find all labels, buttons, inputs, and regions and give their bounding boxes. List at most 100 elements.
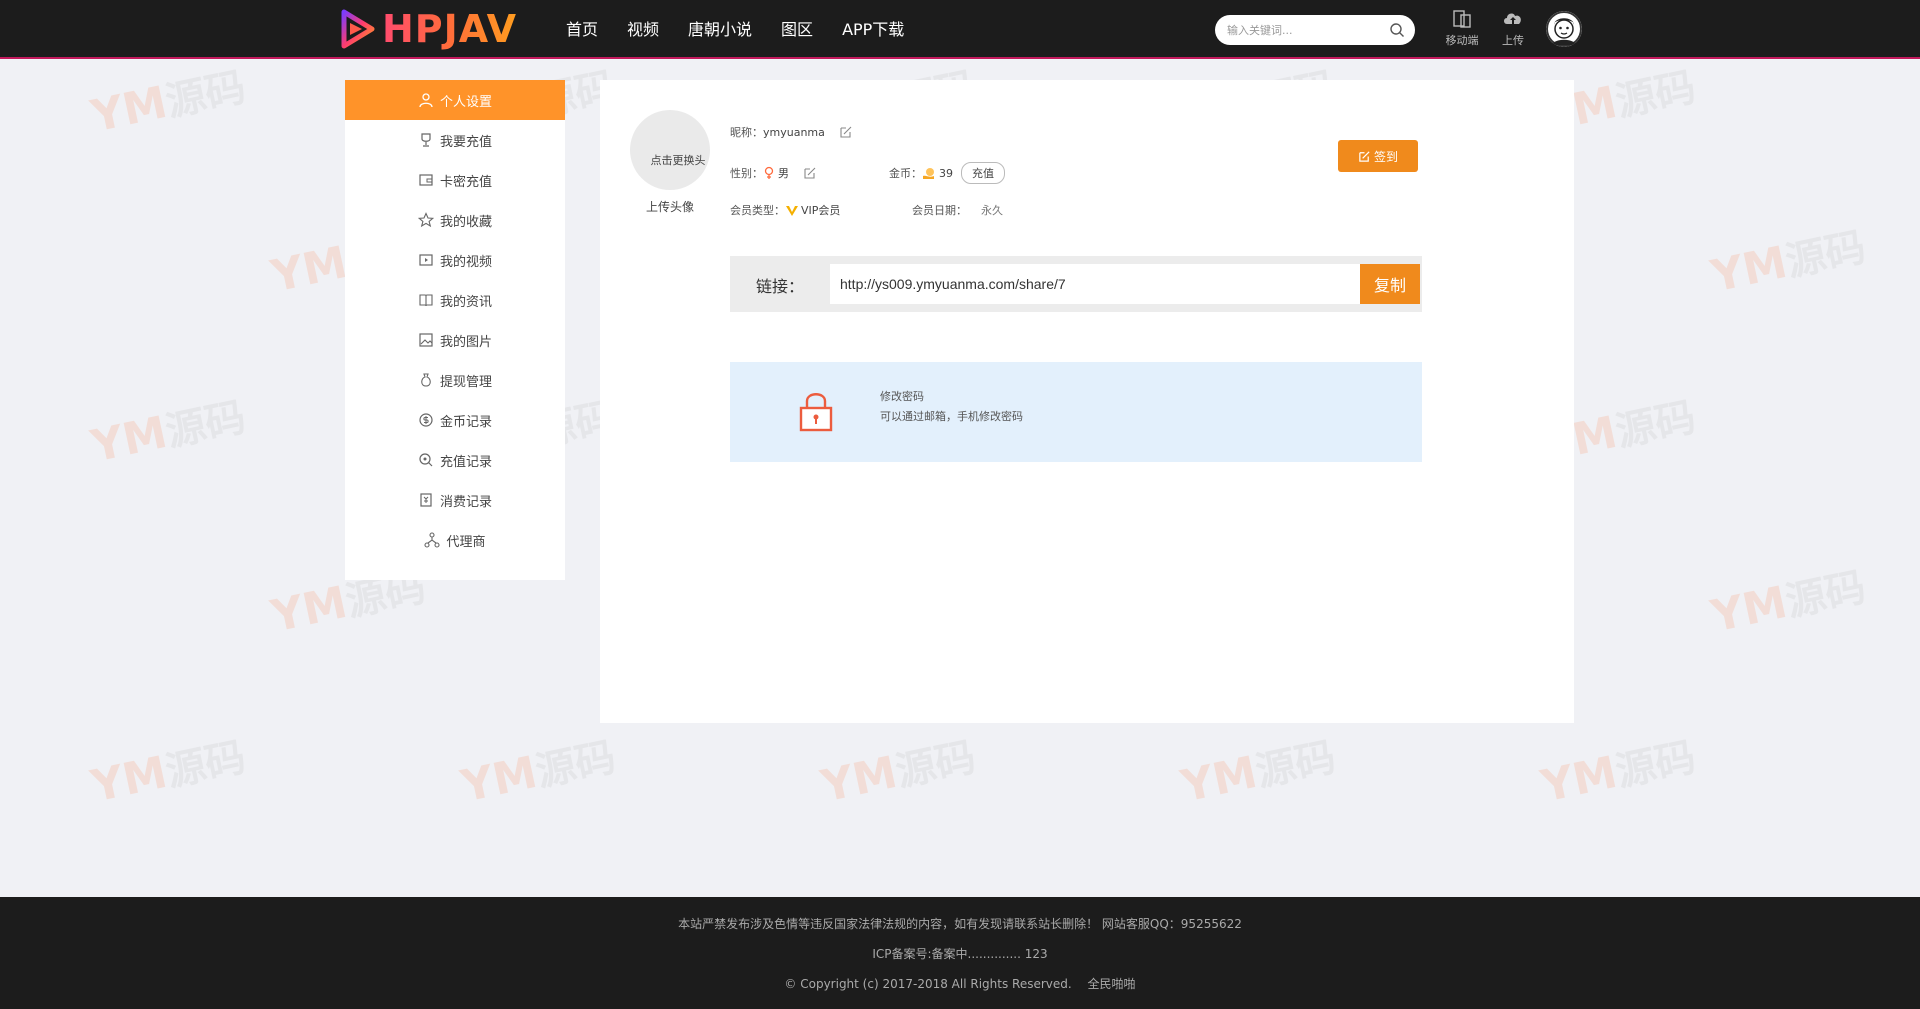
nickname-label: 昵称： (730, 126, 763, 139)
footer-notice: 本站严禁发布涉及色情等违反国家法律法规的内容，如有发现请联系站长删除！ 网站客服… (678, 917, 1242, 931)
member-type-label: 会员类型： (730, 204, 785, 217)
signin-button[interactable]: 签到 (1338, 140, 1418, 172)
sidebar: 个人设置 我要充值 卡密充值 我的收藏 我的视频 我的资讯 我的图片 提现管理 … (345, 80, 565, 580)
avatar-alt-text: 点击更换头 (650, 154, 706, 167)
play-logo-icon (341, 9, 375, 49)
receipt-icon (420, 493, 432, 507)
sidebar-item-card-recharge[interactable]: 卡密充值 (345, 160, 565, 200)
sidebar-item-personal-settings[interactable]: 个人设置 (345, 80, 565, 120)
coins-label: 金币： (889, 167, 922, 180)
video-icon (419, 254, 433, 266)
edit-icon[interactable] (839, 125, 853, 139)
coins-row: 金币： 39 充值 (889, 162, 1005, 184)
sidebar-item-label: 我的资讯 (439, 294, 492, 310)
upload-avatar-label[interactable]: 上传头像 (646, 198, 694, 215)
sidebar-item-agent[interactable]: 代理商 (345, 520, 565, 560)
sidebar-item-my-videos[interactable]: 我的视频 (345, 240, 565, 280)
sidebar-item-label: 金币记录 (439, 414, 492, 430)
upload-label: 上传 (1502, 34, 1524, 47)
sidebar-item-my-images[interactable]: 我的图片 (345, 320, 565, 360)
footer-copyright: © Copyright (c) 2017-2018 All Rights Res… (784, 977, 1072, 991)
member-date-value: 永久 (981, 204, 1003, 217)
nav-gallery[interactable]: 图区 (781, 18, 813, 42)
site-logo[interactable]: HPJAV (340, 7, 517, 51)
edit-icon (1359, 150, 1370, 162)
sidebar-item-favorites[interactable]: 我的收藏 (345, 200, 565, 240)
recharge-button[interactable]: 充值 (961, 162, 1005, 184)
female-symbol-icon (764, 166, 774, 179)
coin-hand-icon (923, 168, 934, 179)
wallet-icon (419, 174, 433, 186)
sidebar-item-label: 消费记录 (439, 494, 492, 510)
footer-icp: ICP备案号:备案中.............. 123 (872, 947, 1048, 961)
sidebar-item-label: 提现管理 (439, 374, 492, 390)
search-coin-icon (419, 453, 433, 467)
sidebar-item-withdraw[interactable]: 提现管理 (345, 360, 565, 400)
member-date-label: 会员日期： (912, 204, 967, 217)
top-header: HPJAV 首页 视频 唐朝小说 图区 APP下载 移动端 上传 (0, 0, 1920, 59)
signin-label: 签到 (1373, 149, 1398, 164)
avatar-upload[interactable]: 点击更换头 (630, 110, 710, 190)
main-panel: 点击更换头 上传头像 昵称： ymyuanma 性别： 男 金币： 39 充值 … (600, 80, 1574, 723)
sidebar-item-label: 个人设置 (439, 94, 492, 110)
member-date-row: 会员日期： 永久 (912, 202, 1003, 218)
image-icon (419, 333, 433, 347)
nav-video[interactable]: 视频 (627, 18, 659, 42)
gender-label: 性别： (730, 167, 763, 180)
sidebar-item-spending-records[interactable]: 消费记录 (345, 480, 565, 520)
user-face-icon (1546, 11, 1582, 47)
search-box (1215, 15, 1415, 45)
mobile-link[interactable]: 移动端 (1440, 8, 1484, 48)
member-type-value: VIP会员 (801, 204, 841, 217)
star-icon (417, 212, 434, 228)
logo-text: HPJAV (382, 7, 518, 51)
book-icon (419, 294, 433, 307)
gender-row: 性别： 男 (730, 165, 817, 181)
user-avatar[interactable] (1546, 11, 1582, 47)
sidebar-item-label: 我的收藏 (439, 214, 492, 230)
share-link-input[interactable] (830, 264, 1360, 304)
sidebar-item-label: 代理商 (446, 534, 486, 550)
coin-icon (419, 413, 433, 427)
footer-badge-alt[interactable]: 全民啪啪 (1088, 977, 1136, 991)
edit-icon[interactable] (803, 166, 817, 180)
sidebar-item-coin-records[interactable]: 金币记录 (345, 400, 565, 440)
sidebar-item-recharge[interactable]: 我要充值 (345, 120, 565, 160)
change-password-box[interactable]: 修改密码 可以通过邮箱，手机修改密码 (730, 362, 1422, 462)
cloud-upload-icon (1504, 13, 1521, 24)
share-link-label: 链接： (756, 277, 805, 296)
mobile-label: 移动端 (1445, 34, 1479, 47)
trophy-icon (421, 133, 431, 147)
nav-home[interactable]: 首页 (566, 18, 598, 42)
sidebar-item-label: 充值记录 (439, 454, 492, 470)
copy-button[interactable]: 复制 (1360, 264, 1420, 304)
lock-icon (799, 393, 833, 432)
change-password-title: 修改密码 (880, 390, 924, 403)
sidebar-item-recharge-records[interactable]: 充值记录 (345, 440, 565, 480)
gender-value: 男 (778, 167, 789, 180)
main-nav: 首页 视频 唐朝小说 图区 APP下载 (566, 18, 933, 42)
sidebar-item-label: 我要充值 (439, 134, 492, 150)
sidebar-item-label: 我的视频 (439, 254, 492, 270)
sidebar-item-label: 卡密充值 (439, 174, 492, 190)
change-password-desc: 可以通过邮箱，手机修改密码 (880, 410, 1023, 423)
member-type-row: 会员类型： VIP会员 (730, 202, 840, 218)
user-icon (419, 93, 433, 108)
sidebar-item-my-news[interactable]: 我的资讯 (345, 280, 565, 320)
nav-novel[interactable]: 唐朝小说 (688, 18, 752, 42)
nickname-value: ymyuanma (763, 125, 825, 139)
footer: 本站严禁发布涉及色情等违反国家法律法规的内容，如有发现请联系站长删除！ 网站客服… (0, 897, 1920, 1009)
mobile-icon (1453, 10, 1471, 28)
coins-value: 39 (939, 166, 953, 180)
nav-app-download[interactable]: APP下载 (842, 18, 904, 42)
network-icon (424, 532, 441, 548)
nickname-row: 昵称： ymyuanma (730, 124, 853, 140)
share-link-bar: 链接： 复制 (730, 256, 1422, 312)
search-input[interactable] (1215, 23, 1375, 37)
upload-link[interactable]: 上传 (1491, 8, 1535, 48)
money-bag-icon (421, 373, 431, 387)
sidebar-item-label: 我的图片 (439, 334, 492, 350)
search-icon[interactable] (1389, 22, 1405, 38)
footer-copyright-line: © Copyright (c) 2017-2018 All Rights Res… (0, 975, 1920, 992)
vip-badge-icon (786, 206, 798, 216)
